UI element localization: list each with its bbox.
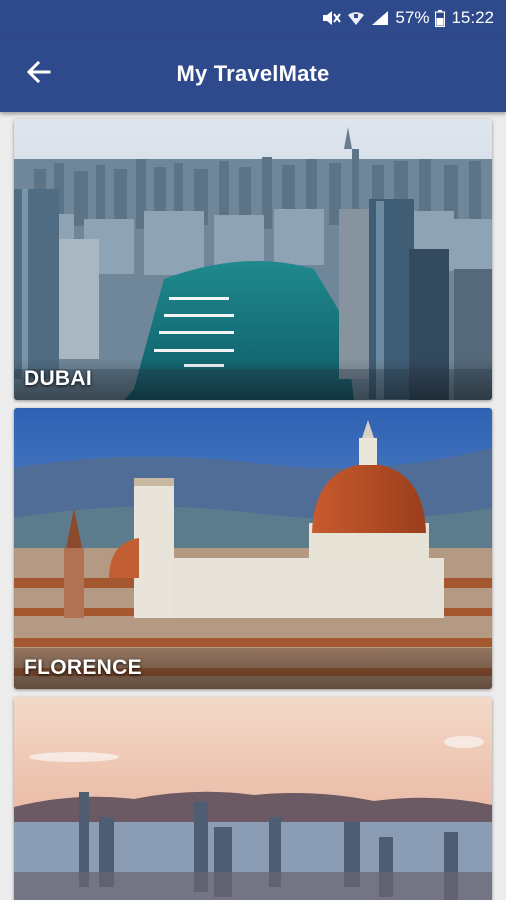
destination-name: FLORENCE: [24, 656, 142, 679]
destination-card-third[interactable]: [14, 697, 492, 900]
app-bar: My TravelMate: [0, 36, 506, 112]
mute-icon: [321, 9, 342, 27]
wifi-icon: [347, 10, 365, 26]
destination-card-florence[interactable]: FLORENCE: [14, 408, 492, 689]
battery-icon: [435, 9, 446, 27]
battery-percent: 57%: [395, 8, 430, 27]
destination-list[interactable]: DUBAI FLORENCE: [0, 112, 506, 900]
status-time: 15:22: [451, 8, 494, 27]
signal-icon: [371, 10, 389, 26]
skyline-image: [14, 697, 492, 900]
status-bar: 57% 15:22: [0, 0, 506, 36]
destination-name: DUBAI: [24, 367, 92, 390]
app-title: My TravelMate: [176, 61, 330, 86]
destination-card-dubai[interactable]: DUBAI: [14, 119, 492, 400]
